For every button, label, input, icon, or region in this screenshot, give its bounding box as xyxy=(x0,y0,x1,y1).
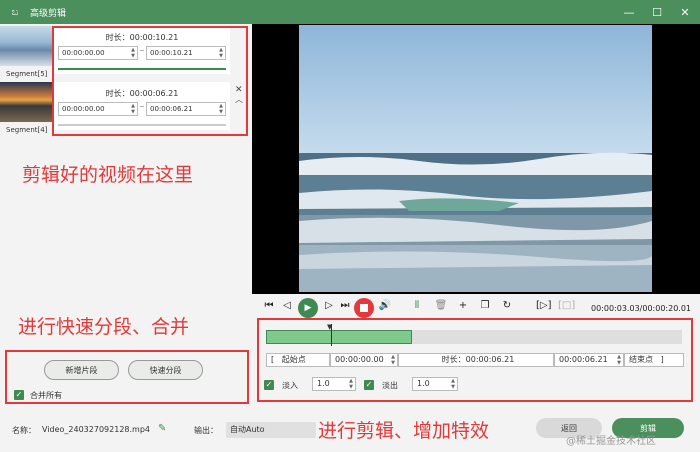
volume-icon[interactable]: 🔊 xyxy=(378,300,392,311)
name-label: 名称： xyxy=(12,426,36,435)
close-window-icon[interactable]: ✕ xyxy=(678,6,692,19)
edit-name-icon[interactable]: ✎ xyxy=(158,423,166,434)
skip-start-icon[interactable]: ⏮ xyxy=(262,300,276,311)
fade-in-checkbox[interactable]: ✓ xyxy=(264,380,274,390)
delete-icon[interactable]: 🗑 xyxy=(434,300,448,311)
segment-thumbnail xyxy=(0,82,52,122)
timeline-selection[interactable] xyxy=(266,330,412,344)
fade-in-value: 1.0 xyxy=(317,379,330,388)
segment-thumb-2[interactable]: Segment[4] xyxy=(0,82,54,134)
annotation-split-merge: 进行快速分段、合并 xyxy=(18,316,190,338)
fade-out-input[interactable]: 1.0 ▲ ▼ xyxy=(412,377,458,391)
stop-button[interactable] xyxy=(354,298,374,318)
app-logo-icon: ಬ xyxy=(11,6,19,18)
end-point-label: 结束点 xyxy=(629,355,653,364)
fade-in-label: 淡入 xyxy=(282,381,298,390)
refresh-icon[interactable]: ↻ xyxy=(500,300,514,311)
spinner-icon[interactable]: ▲ ▼ xyxy=(391,354,395,366)
play-icon: ▶ xyxy=(304,303,312,313)
merge-all-label: 合并所有 xyxy=(30,391,62,400)
range-disabled-icon[interactable]: [□] xyxy=(558,300,575,311)
fade-out-label: 淡出 xyxy=(382,381,398,390)
annotation-edit-effects: 进行剪辑、增加特效 xyxy=(318,420,490,442)
fade-in-input[interactable]: 1.0 ▲ ▼ xyxy=(312,377,356,391)
spinner-icon[interactable]: ▲ ▼ xyxy=(349,378,353,390)
skip-end-icon[interactable]: ⏭ xyxy=(338,300,352,311)
step-back-icon[interactable]: ◁ xyxy=(280,300,294,311)
title-bar: ಬ 高级剪辑 — ☐ ✕ xyxy=(0,0,700,24)
playhead-marker-icon[interactable]: ▼ xyxy=(327,323,332,331)
quick-split-button[interactable]: 快速分段 xyxy=(128,360,203,380)
video-preview xyxy=(299,25,652,292)
end-value-input[interactable]: 00:00:06.21 ▲ ▼ xyxy=(554,353,624,367)
step-forward-icon[interactable]: ▷ xyxy=(322,300,336,311)
range-icon[interactable]: [▷] xyxy=(536,300,552,311)
edit-duration: 时长：00:00:06.21 xyxy=(441,355,515,364)
segment-thumbnail xyxy=(0,26,52,66)
segment-label: Segment[5] xyxy=(6,70,48,78)
timeline-track[interactable] xyxy=(266,330,682,344)
file-name: Video_240327092128.mp4 xyxy=(42,425,150,434)
segment-thumb-1[interactable]: Segment[5] xyxy=(0,26,54,78)
copy-icon[interactable]: ❐ xyxy=(478,300,492,311)
watermark: @稀土掘金技术社区 xyxy=(566,436,656,447)
player-timecode: 00:00:03.03/00:00:20.01 xyxy=(591,304,691,313)
spinner-icon[interactable]: ▲ ▼ xyxy=(617,354,621,366)
output-value: 自动Auto xyxy=(230,425,265,434)
add-icon[interactable]: + xyxy=(456,300,470,311)
fade-out-checkbox[interactable]: ✓ xyxy=(364,380,374,390)
maximize-icon[interactable]: ☐ xyxy=(650,6,664,19)
merge-all-checkbox[interactable]: ✓ xyxy=(14,390,24,400)
output-label: 输出： xyxy=(194,426,218,435)
play-button[interactable]: ▶ xyxy=(298,298,318,318)
new-segment-button[interactable]: 新增片段 xyxy=(44,360,119,380)
annotation-box-clips xyxy=(52,26,248,136)
edit-duration-box: 时长：00:00:06.21 xyxy=(398,353,554,367)
start-point-label: 起始点 xyxy=(281,355,306,364)
end-point-button[interactable]: 结束点 ] xyxy=(624,353,684,367)
start-point-button[interactable]: [ 起始点 xyxy=(266,353,330,367)
minimize-icon[interactable]: — xyxy=(622,6,636,19)
stop-icon xyxy=(360,304,368,312)
spinner-icon[interactable]: ▲ ▼ xyxy=(451,378,455,390)
segment-label: Segment[4] xyxy=(6,126,48,134)
start-value-input[interactable]: 00:00:00.00 ▲ ▼ xyxy=(330,353,398,367)
output-select[interactable]: 自动Auto xyxy=(226,422,316,438)
annotation-clips-here: 剪辑好的视频在这里 xyxy=(22,164,194,186)
window-title: 高级剪辑 xyxy=(30,8,67,19)
split-icon[interactable]: ⫴ xyxy=(410,300,424,311)
start-value: 00:00:00.00 xyxy=(335,355,384,364)
fade-out-value: 1.0 xyxy=(417,379,430,388)
end-value: 00:00:06.21 xyxy=(559,355,608,364)
